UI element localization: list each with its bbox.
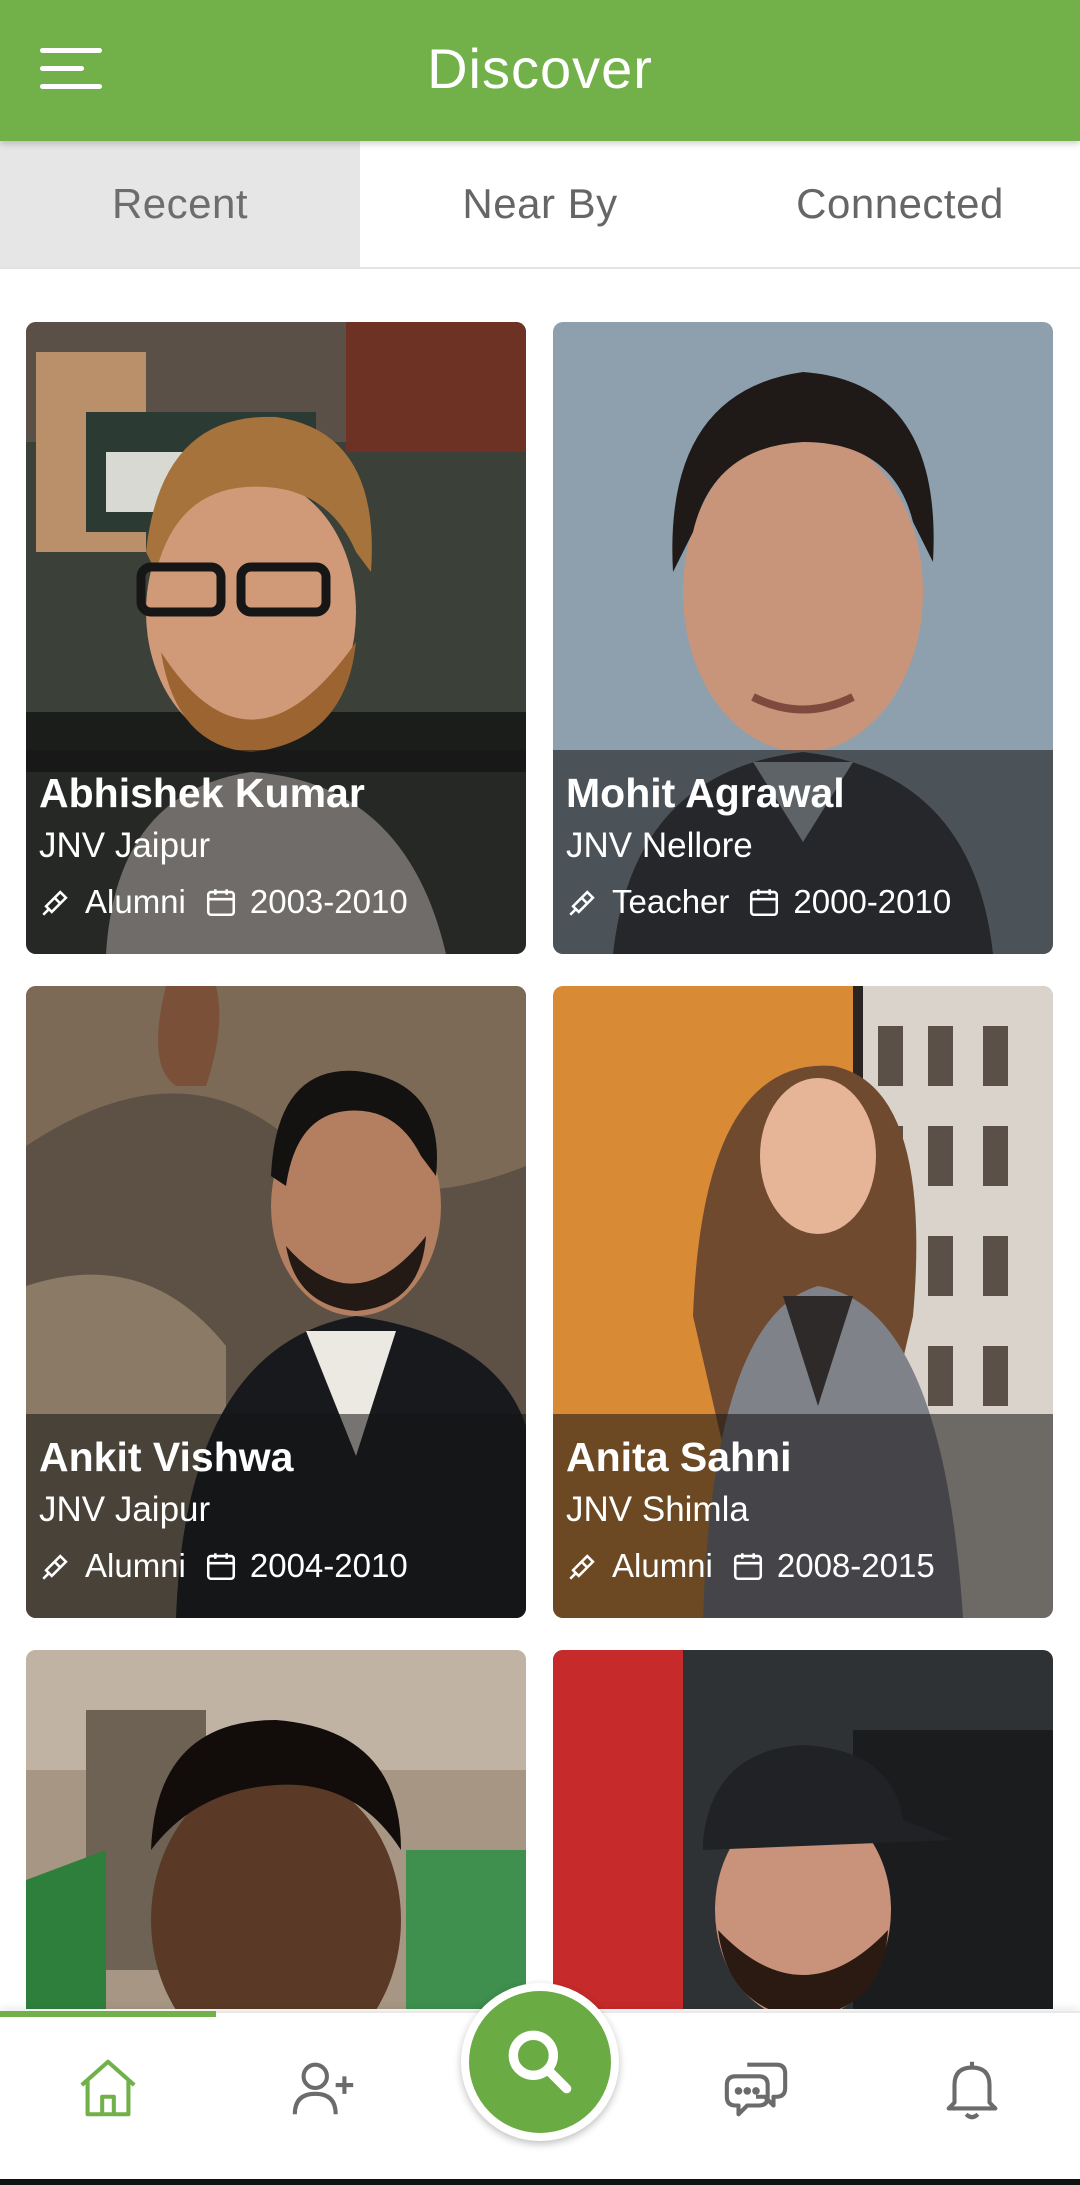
nav-add-user[interactable]	[216, 2053, 432, 2133]
profile-name: Mohit Agrawal	[566, 770, 845, 816]
profile-name: Abhishek Kumar	[39, 770, 365, 816]
profile-card[interactable]	[26, 1650, 526, 2009]
diploma-icon	[569, 890, 595, 916]
profile-name: Anita Sahni	[566, 1434, 792, 1480]
calendar-icon	[733, 1553, 762, 1581]
profile-role: Alumni	[85, 1547, 186, 1584]
search-button[interactable]	[461, 1983, 619, 2141]
profile-years: 2008-2015	[776, 1547, 935, 1584]
profile-card[interactable]: Mohit Agrawal JNV Nellore Teacher 2000-2…	[553, 322, 1053, 954]
diploma-icon	[42, 890, 68, 916]
profile-info: Anita Sahni JNV Shimla Alumni 2008-2015	[553, 1414, 1053, 1618]
app-header: Discover	[0, 0, 1080, 141]
profile-card[interactable]	[553, 1650, 1053, 2009]
profile-school: JNV Jaipur	[39, 1490, 211, 1529]
profile-name: Ankit Vishwa	[39, 1434, 294, 1480]
profile-school: JNV Nellore	[566, 826, 753, 865]
profile-role: Teacher	[612, 883, 730, 920]
nav-chat[interactable]	[648, 2053, 864, 2133]
profile-card[interactable]: Abhishek Kumar JNV Jaipur Alumni 2003-20…	[26, 322, 526, 954]
chat-icon	[724, 2062, 788, 2117]
tab-connected[interactable]: Connected	[720, 141, 1080, 267]
active-tab-indicator	[0, 2011, 216, 2017]
diploma-icon	[42, 1554, 68, 1580]
calendar-icon	[206, 889, 235, 917]
profile-info: Abhishek Kumar JNV Jaipur Alumni 2003-20…	[26, 750, 526, 954]
tab-near-by[interactable]: Near By	[360, 141, 720, 267]
system-home-bar	[0, 2179, 1080, 2185]
home-icon	[80, 2059, 136, 2117]
calendar-icon	[750, 889, 779, 917]
page-title: Discover	[427, 37, 653, 100]
profile-role: Alumni	[612, 1547, 713, 1584]
profile-info: Mohit Agrawal JNV Nellore Teacher 2000-2…	[553, 750, 1053, 954]
bell-icon	[946, 2061, 998, 2120]
nav-notifications[interactable]	[864, 2053, 1080, 2133]
profile-photo	[26, 1650, 526, 2009]
profile-school: JNV Jaipur	[39, 826, 211, 865]
nav-home[interactable]	[0, 2053, 216, 2133]
profile-card[interactable]: Ankit Vishwa JNV Jaipur Alumni 2004-2010	[26, 986, 526, 1618]
search-icon	[508, 2030, 572, 2094]
profile-role: Alumni	[85, 883, 186, 920]
profile-school: JNV Shimla	[566, 1490, 749, 1529]
add-user-icon	[292, 2062, 354, 2115]
tab-recent[interactable]: Recent	[0, 141, 360, 267]
profile-years: 2000-2010	[793, 883, 952, 920]
profile-grid: Abhishek Kumar JNV Jaipur Alumni 2003-20…	[0, 269, 1080, 2009]
profile-years: 2003-2010	[249, 883, 408, 920]
profile-card[interactable]: Anita Sahni JNV Shimla Alumni 2008-2015	[553, 986, 1053, 1618]
diploma-icon	[569, 1554, 595, 1580]
calendar-icon	[206, 1553, 235, 1581]
tab-bar: Recent Near By Connected	[0, 141, 1080, 269]
profile-info: Ankit Vishwa JNV Jaipur Alumni 2004-2010	[26, 1414, 526, 1618]
profile-photo	[553, 1650, 1053, 2009]
profile-years: 2004-2010	[249, 1547, 408, 1584]
